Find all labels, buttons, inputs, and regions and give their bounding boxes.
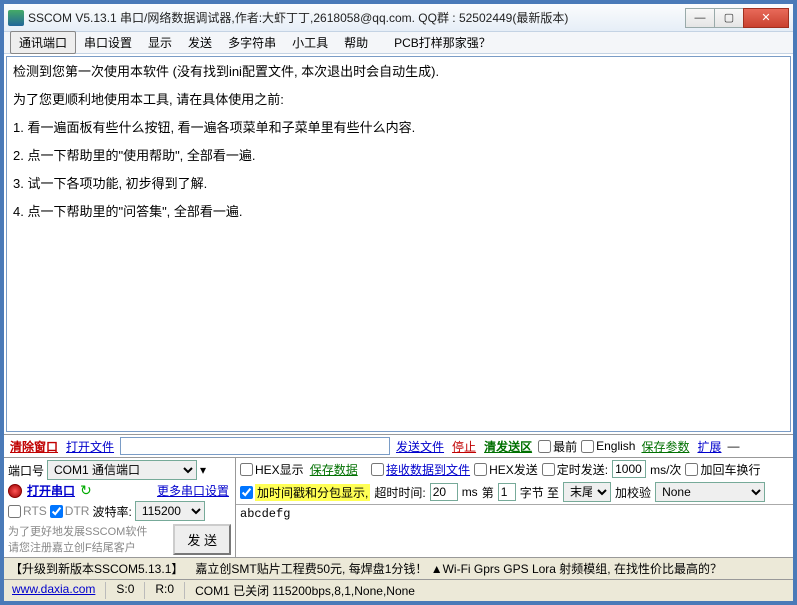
extend-separator: — [727, 439, 739, 453]
port-dropdown-icon[interactable]: ▾ [200, 463, 206, 477]
menu-display[interactable]: 显示 [140, 32, 180, 53]
close-button[interactable]: ✕ [743, 8, 789, 28]
page-label-2: 字节 至 [520, 484, 559, 501]
menu-help[interactable]: 帮助 [336, 32, 376, 53]
extend-button[interactable]: 扩展 [695, 438, 723, 455]
baud-label: 波特率: [92, 503, 131, 520]
open-port-button[interactable]: 打开串口 [25, 482, 77, 499]
interval-unit: ms/次 [650, 461, 681, 478]
timeout-input[interactable] [430, 483, 458, 501]
maximize-button[interactable]: ▢ [714, 8, 744, 28]
content-line: 1. 看一遍面板有些什么按钮, 看一遍各项菜单和子菜单里有些什么内容. [13, 117, 784, 139]
send-textarea[interactable] [236, 505, 793, 557]
baud-select[interactable]: 115200 [135, 501, 205, 521]
byte-to-select[interactable]: 末尾 [563, 482, 611, 502]
stop-button[interactable]: 停止 [450, 438, 478, 455]
add-crlf-checkbox[interactable]: 加回车换行 [685, 461, 760, 478]
status-recv: R:0 [145, 582, 185, 599]
interval-input[interactable] [612, 460, 646, 478]
promo-statusbar: 【升级到新版本SSCOM5.13.1】 嘉立创SMT贴片工程费50元, 每焊盘1… [4, 557, 793, 579]
more-settings-button[interactable]: 更多串口设置 [155, 482, 231, 499]
save-data-button[interactable]: 保存数据 [308, 461, 360, 478]
timestamp-checkbox[interactable]: 加时间戳和分包显示, [240, 484, 370, 501]
timeout-unit: ms [462, 485, 478, 499]
dtr-checkbox[interactable]: DTR [50, 504, 90, 518]
status-com: COM1 已关闭 115200bps,8,1,None,None [185, 582, 787, 599]
hex-display-checkbox[interactable]: HEX显示 [240, 461, 304, 478]
upgrade-link[interactable]: 【升级到新版本SSCOM5.13.1】 [10, 560, 183, 577]
menu-send[interactable]: 发送 [180, 32, 220, 53]
topmost-checkbox[interactable]: 最前 [538, 438, 577, 455]
save-params-button[interactable]: 保存参数 [639, 438, 691, 455]
promo-line1: 为了更好地发展SSCOM软件 [8, 523, 170, 539]
app-icon [8, 10, 24, 26]
options-row-2: 加时间戳和分包显示, 超时时间: ms 第 字节 至 末尾 加校验 None [236, 480, 793, 504]
open-file-button[interactable]: 打开文件 [64, 438, 116, 455]
send-file-button[interactable]: 发送文件 [394, 438, 446, 455]
window-buttons: — ▢ ✕ [686, 8, 789, 28]
file-path-input[interactable] [120, 437, 390, 455]
menu-comm-port[interactable]: 通讯端口 [10, 31, 76, 54]
options-row-1: HEX显示 保存数据 接收数据到文件 HEX发送 定时发送: ms/次 加回车换… [236, 458, 793, 480]
menu-serial-settings[interactable]: 串口设置 [76, 32, 140, 53]
clear-send-area-button[interactable]: 清发送区 [482, 438, 534, 455]
content-line: 检测到您第一次使用本软件 (没有找到ini配置文件, 本次退出时会自动生成). [13, 61, 784, 83]
port-label: 端口号 [8, 462, 44, 479]
promo-line2: 请您注册嘉立创F结尾客户 [8, 539, 170, 555]
receive-textarea[interactable]: 检测到您第一次使用本软件 (没有找到ini配置文件, 本次退出时会自动生成). … [6, 56, 791, 432]
check-select[interactable]: None [655, 482, 765, 502]
send-input-wrapper [236, 504, 793, 557]
main-window: SSCOM V5.13.1 串口/网络数据调试器,作者:大虾丁丁,2618058… [3, 3, 794, 602]
content-line: 3. 试一下各项功能, 初步得到了解. [13, 173, 784, 195]
titlebar[interactable]: SSCOM V5.13.1 串口/网络数据调试器,作者:大虾丁丁,2618058… [4, 4, 793, 32]
title-text: SSCOM V5.13.1 串口/网络数据调试器,作者:大虾丁丁,2618058… [28, 9, 686, 26]
lower-panel: 端口号 COM1 通信端口 ▾ 打开串口 ↻ 更多串口设置 RTS DTR 波特… [4, 457, 793, 557]
clear-window-button[interactable]: 清除窗口 [8, 438, 60, 455]
timeout-label: 超时时间: [374, 484, 425, 501]
toolbar-row-1: 清除窗口 打开文件 发送文件 停止 清发送区 最前 English 保存参数 扩… [4, 434, 793, 457]
menu-multistring[interactable]: 多字符串 [220, 32, 284, 53]
send-button[interactable]: 发 送 [173, 524, 231, 555]
content-line: 为了您更顺利地使用本工具, 请在具体使用之前: [13, 89, 784, 111]
rts-checkbox[interactable]: RTS [8, 504, 47, 518]
byte-from-input[interactable] [498, 483, 516, 501]
status-bar: www.daxia.com S:0 R:0 COM1 已关闭 115200bps… [4, 579, 793, 601]
menubar: 通讯端口 串口设置 显示 发送 多字符串 小工具 帮助 PCB打样那家强？ [4, 32, 793, 54]
menu-pcb-link[interactable]: PCB打样那家强？ [386, 32, 499, 53]
port-select[interactable]: COM1 通信端口 [47, 460, 197, 480]
page-label-1: 第 [482, 484, 494, 501]
add-check-label: 加校验 [615, 484, 651, 501]
english-checkbox[interactable]: English [581, 439, 635, 453]
menu-tools[interactable]: 小工具 [284, 32, 336, 53]
minimize-button[interactable]: — [685, 8, 715, 28]
content-line: 2. 点一下帮助里的"使用帮助", 全部看一遍. [13, 145, 784, 167]
promo-block: 为了更好地发展SSCOM软件 请您注册嘉立创F结尾客户 [8, 523, 170, 555]
lower-left-panel: 端口号 COM1 通信端口 ▾ 打开串口 ↻ 更多串口设置 RTS DTR 波特… [4, 458, 236, 557]
hex-send-checkbox[interactable]: HEX发送 [474, 461, 538, 478]
recv-to-file-checkbox[interactable]: 接收数据到文件 [371, 461, 470, 478]
content-line: 4. 点一下帮助里的"问答集", 全部看一遍. [13, 201, 784, 223]
ad-text[interactable]: 嘉立创SMT贴片工程费50元, 每焊盘1分钱！ ▲Wi-Fi Gprs GPS … [195, 560, 722, 577]
lower-right-panel: HEX显示 保存数据 接收数据到文件 HEX发送 定时发送: ms/次 加回车换… [236, 458, 793, 557]
timed-send-checkbox[interactable]: 定时发送: [542, 461, 608, 478]
refresh-icon[interactable]: ↻ [80, 482, 92, 499]
status-sent: S:0 [106, 582, 145, 599]
status-url[interactable]: www.daxia.com [10, 582, 106, 599]
record-icon [8, 484, 22, 498]
